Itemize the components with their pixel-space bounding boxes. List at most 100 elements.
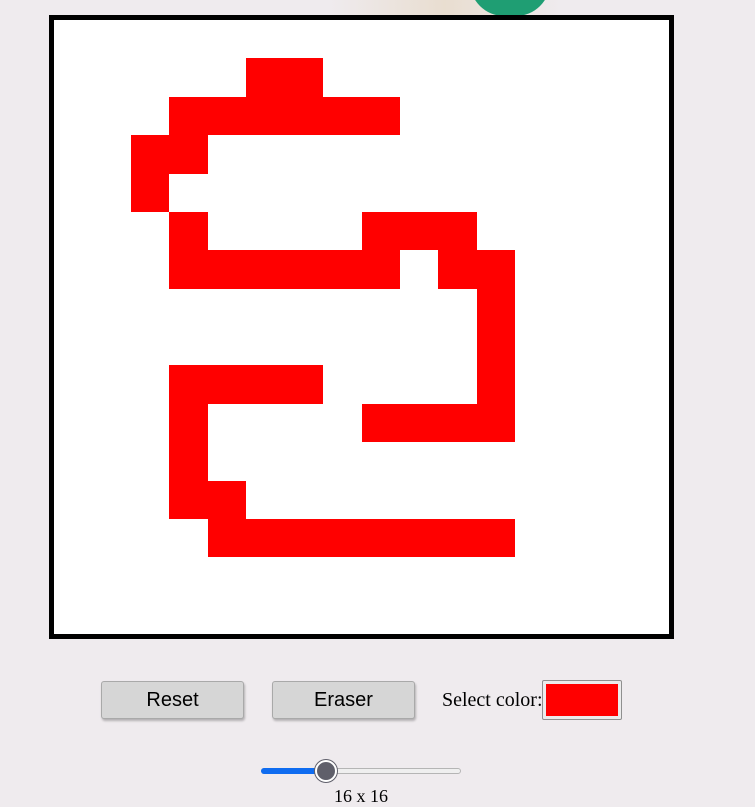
grid-cell[interactable] xyxy=(169,250,208,289)
grid-cell[interactable] xyxy=(361,327,400,366)
grid-cell[interactable] xyxy=(169,442,208,481)
grid-size-slider[interactable] xyxy=(261,760,461,784)
grid-cell[interactable] xyxy=(361,557,400,596)
grid-cell[interactable] xyxy=(54,557,93,596)
grid-cell[interactable] xyxy=(92,135,131,174)
grid-cell[interactable] xyxy=(476,518,516,558)
grid-cell[interactable] xyxy=(130,135,170,174)
grid-cell[interactable] xyxy=(553,211,593,251)
grid-cell[interactable] xyxy=(169,96,208,136)
grid-cell[interactable] xyxy=(438,442,477,481)
grid-cell[interactable] xyxy=(438,480,477,519)
grid-cell[interactable] xyxy=(246,211,285,251)
grid-cell[interactable] xyxy=(592,96,631,136)
grid-cell[interactable] xyxy=(130,403,170,443)
grid-cell[interactable] xyxy=(476,96,516,136)
grid-cell[interactable] xyxy=(323,365,362,404)
grid-cell[interactable] xyxy=(92,211,131,251)
grid-cell[interactable] xyxy=(438,403,477,443)
grid-cell[interactable] xyxy=(553,135,593,174)
grid-cell[interactable] xyxy=(515,20,554,59)
grid-cell[interactable] xyxy=(630,211,669,251)
grid-cell[interactable] xyxy=(399,595,439,634)
grid-cell[interactable] xyxy=(438,288,477,327)
grid-cell[interactable] xyxy=(323,403,362,443)
grid-cell[interactable] xyxy=(284,96,324,136)
grid-cell[interactable] xyxy=(592,518,631,558)
grid-cell[interactable] xyxy=(130,557,170,596)
grid-cell[interactable] xyxy=(207,211,247,251)
grid-cell[interactable] xyxy=(592,595,631,634)
grid-cell[interactable] xyxy=(399,403,439,443)
grid-cell[interactable] xyxy=(92,557,131,596)
grid-cell[interactable] xyxy=(361,518,400,558)
grid-cell[interactable] xyxy=(592,211,631,251)
grid-cell[interactable] xyxy=(130,442,170,481)
grid-cell[interactable] xyxy=(92,403,131,443)
grid-cell[interactable] xyxy=(92,58,131,97)
grid-cell[interactable] xyxy=(592,58,631,97)
grid-cell[interactable] xyxy=(515,595,554,634)
grid-cell[interactable] xyxy=(92,288,131,327)
grid-cell[interactable] xyxy=(246,250,285,289)
grid-cell[interactable] xyxy=(515,480,554,519)
grid-cell[interactable] xyxy=(592,250,631,289)
grid-cell[interactable] xyxy=(130,288,170,327)
grid-cell[interactable] xyxy=(361,211,400,251)
grid-cell[interactable] xyxy=(399,557,439,596)
grid-cell[interactable] xyxy=(92,327,131,366)
grid-cell[interactable] xyxy=(592,557,631,596)
grid-cell[interactable] xyxy=(284,365,324,404)
grid-cell[interactable] xyxy=(246,20,285,59)
grid-cell[interactable] xyxy=(553,288,593,327)
grid-cell[interactable] xyxy=(207,403,247,443)
grid-cell[interactable] xyxy=(361,480,400,519)
grid-cell[interactable] xyxy=(553,327,593,366)
grid-cell[interactable] xyxy=(92,250,131,289)
grid-cell[interactable] xyxy=(246,327,285,366)
grid-cell[interactable] xyxy=(476,173,516,212)
grid-cell[interactable] xyxy=(130,250,170,289)
grid-cell[interactable] xyxy=(515,211,554,251)
grid-cell[interactable] xyxy=(54,403,93,443)
grid-cell[interactable] xyxy=(207,365,247,404)
grid-cell[interactable] xyxy=(207,595,247,634)
grid-cell[interactable] xyxy=(323,480,362,519)
grid-cell[interactable] xyxy=(438,135,477,174)
grid-cell[interactable] xyxy=(246,365,285,404)
grid-cell[interactable] xyxy=(438,518,477,558)
grid-cell[interactable] xyxy=(553,58,593,97)
grid-cell[interactable] xyxy=(284,595,324,634)
grid-cell[interactable] xyxy=(284,211,324,251)
grid-cell[interactable] xyxy=(54,365,93,404)
grid-cell[interactable] xyxy=(207,250,247,289)
grid-cell[interactable] xyxy=(592,20,631,59)
grid-cell[interactable] xyxy=(399,96,439,136)
grid-cell[interactable] xyxy=(54,135,93,174)
grid-cell[interactable] xyxy=(207,135,247,174)
grid-cell[interactable] xyxy=(630,288,669,327)
grid-cell[interactable] xyxy=(438,365,477,404)
grid-cell[interactable] xyxy=(246,58,285,97)
drawing-board[interactable] xyxy=(49,15,674,639)
grid-cell[interactable] xyxy=(92,96,131,136)
grid-cell[interactable] xyxy=(284,20,324,59)
grid-cell[interactable] xyxy=(54,58,93,97)
grid-cell[interactable] xyxy=(515,288,554,327)
grid-cell[interactable] xyxy=(284,327,324,366)
grid-cell[interactable] xyxy=(54,250,93,289)
grid-cell[interactable] xyxy=(399,365,439,404)
grid-cell[interactable] xyxy=(246,595,285,634)
slider-thumb[interactable] xyxy=(314,760,337,782)
grid-cell[interactable] xyxy=(54,288,93,327)
grid-cell[interactable] xyxy=(592,403,631,443)
grid-cell[interactable] xyxy=(169,557,208,596)
grid-cell[interactable] xyxy=(207,173,247,212)
grid-cell[interactable] xyxy=(361,58,400,97)
grid-cell[interactable] xyxy=(515,96,554,136)
grid-cell[interactable] xyxy=(246,173,285,212)
grid-cell[interactable] xyxy=(399,135,439,174)
grid-cell[interactable] xyxy=(399,480,439,519)
grid-cell[interactable] xyxy=(630,365,669,404)
grid-cell[interactable] xyxy=(284,288,324,327)
